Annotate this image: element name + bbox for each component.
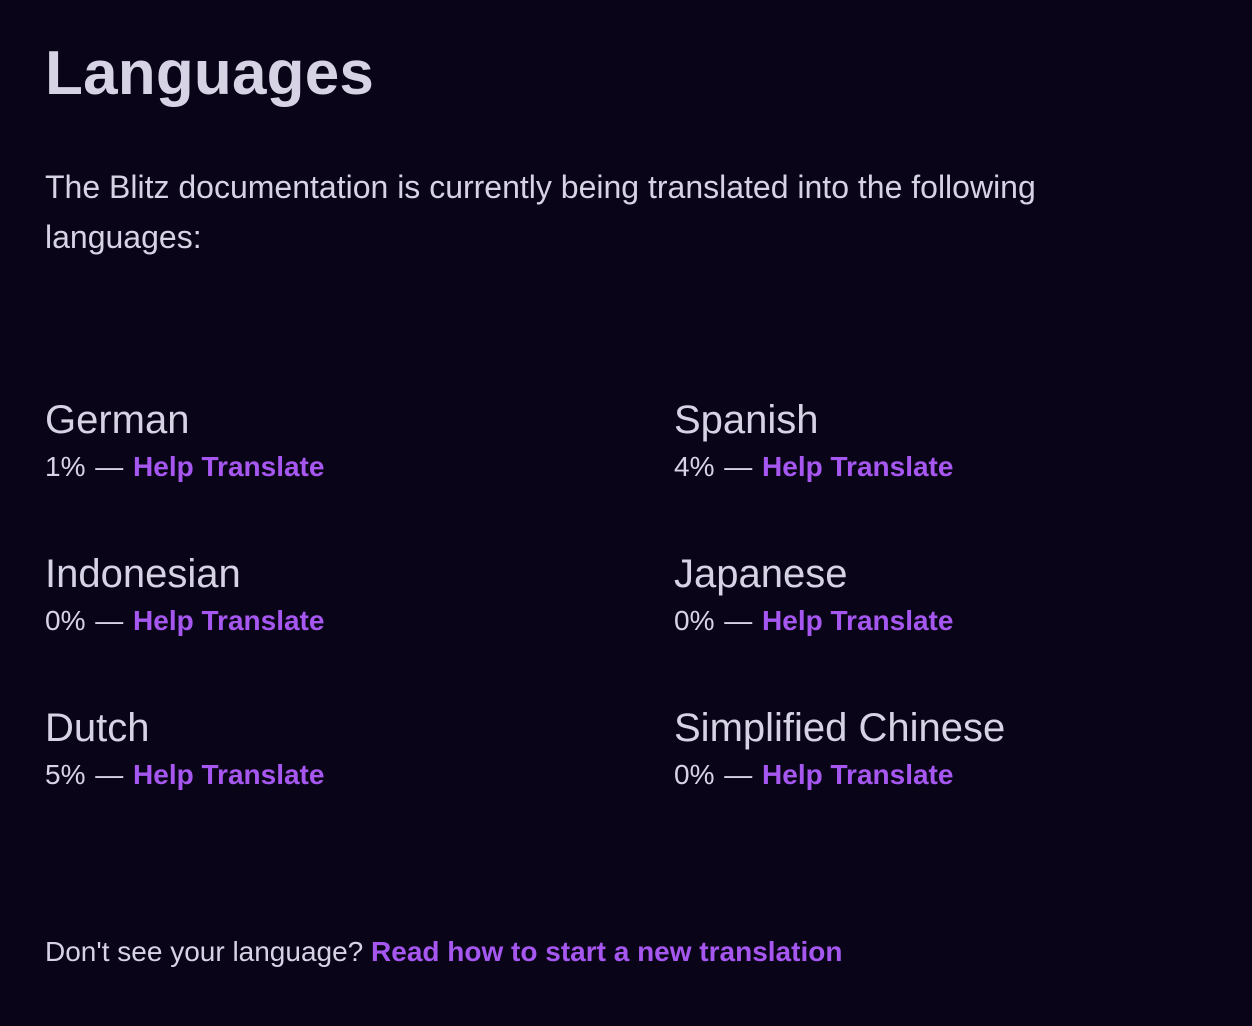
language-status: 0% — Help Translate xyxy=(674,604,1215,638)
help-translate-link-spanish[interactable]: Help Translate xyxy=(762,451,953,482)
help-translate-link-indonesian[interactable]: Help Translate xyxy=(133,605,324,636)
language-status: 0% — Help Translate xyxy=(45,604,674,638)
language-name: Simplified Chinese xyxy=(674,706,1006,750)
language-item-german: German 1% — Help Translate xyxy=(45,396,674,550)
language-status: 0% — Help Translate xyxy=(674,758,1215,792)
translation-progress: 5% xyxy=(45,759,86,790)
language-status: 1% — Help Translate xyxy=(45,450,674,484)
language-item-simplified-chinese: Simplified Chinese 0% — Help Translate xyxy=(674,704,1215,858)
translation-progress: 1% xyxy=(45,451,86,482)
intro-text: The Blitz documentation is currently bei… xyxy=(45,169,1036,255)
help-translate-link-dutch[interactable]: Help Translate xyxy=(133,759,324,790)
language-name: German xyxy=(45,398,190,442)
separator-dash: — xyxy=(724,759,753,790)
language-item-japanese: Japanese 0% — Help Translate xyxy=(674,550,1215,704)
separator-dash: — xyxy=(95,759,124,790)
language-name: Japanese xyxy=(674,552,848,596)
language-status: 4% — Help Translate xyxy=(674,450,1215,484)
language-item-indonesian: Indonesian 0% — Help Translate xyxy=(45,550,674,704)
footer-prompt-text: Don't see your language? xyxy=(45,936,364,967)
language-name: Spanish xyxy=(674,398,819,442)
help-translate-link-japanese[interactable]: Help Translate xyxy=(762,605,953,636)
language-name: Indonesian xyxy=(45,552,241,596)
separator-dash: — xyxy=(724,605,753,636)
new-translation-link[interactable]: Read how to start a new translation xyxy=(371,936,842,967)
new-translation-prompt: Don't see your language? Read how to sta… xyxy=(45,932,842,972)
translation-progress: 0% xyxy=(45,605,86,636)
page-title: Languages xyxy=(45,39,375,108)
translation-progress: 0% xyxy=(674,605,715,636)
separator-dash: — xyxy=(724,451,753,482)
language-item-dutch: Dutch 5% — Help Translate xyxy=(45,704,674,858)
separator-dash: — xyxy=(95,451,124,482)
language-name: Dutch xyxy=(45,706,150,750)
help-translate-link-german[interactable]: Help Translate xyxy=(133,451,324,482)
help-translate-link-simplified-chinese[interactable]: Help Translate xyxy=(762,759,953,790)
language-item-spanish: Spanish 4% — Help Translate xyxy=(674,396,1215,550)
language-status: 5% — Help Translate xyxy=(45,758,674,792)
translation-progress: 4% xyxy=(674,451,715,482)
separator-dash: — xyxy=(95,605,124,636)
translation-progress: 0% xyxy=(674,759,715,790)
languages-page: Languages The Blitz documentation is cur… xyxy=(45,0,1215,1026)
language-list: German 1% — Help Translate Spanish 4% — … xyxy=(45,396,1215,858)
